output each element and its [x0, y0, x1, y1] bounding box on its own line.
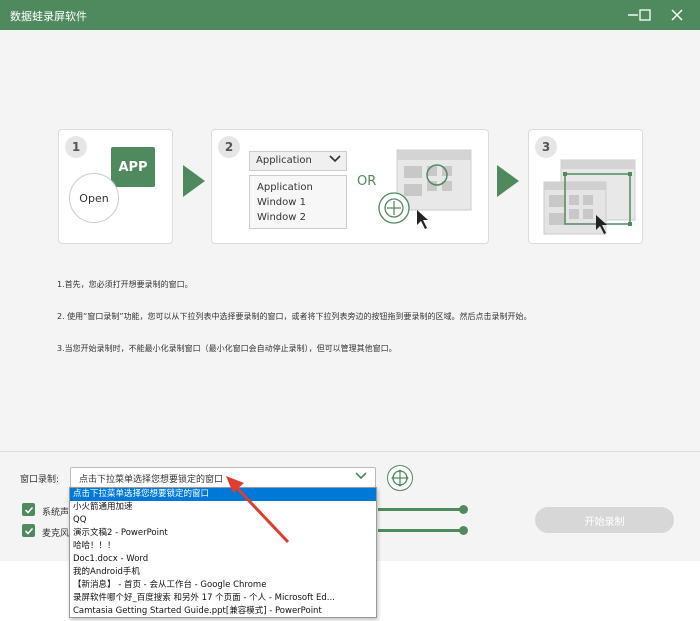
- step-number: 1: [65, 136, 87, 158]
- maximize-button[interactable]: [628, 0, 662, 30]
- maximize-icon: [639, 9, 651, 21]
- checkmark-icon: [24, 527, 33, 535]
- window-select[interactable]: 点击下拉菜单选择您想要锁定的窗口: [70, 467, 376, 488]
- window-title: 数据蛙录屏软件: [10, 10, 87, 23]
- illustration-list: Application Window 1 Window 2: [249, 175, 347, 229]
- system-sound-checkbox[interactable]: [22, 503, 35, 516]
- dropdown-option[interactable]: 【新消息】 - 首页 - 会从工作台 - Google Chrome: [70, 579, 376, 592]
- illustration-dropdown-label: Application: [256, 155, 312, 166]
- illustration-list-item: Window 1: [257, 197, 306, 208]
- title-bar: 数据蛙录屏软件: [0, 0, 700, 30]
- recording-window-illustration-icon: [543, 159, 636, 235]
- dropdown-option[interactable]: 录屏软件哪个好_百度搜索 和另外 17 个页面 - 个人 - Microsoft…: [70, 592, 376, 605]
- window-record-label: 窗口录制:: [20, 475, 60, 485]
- system-sound-slider[interactable]: [378, 508, 464, 511]
- system-sound-label: 系统声: [42, 508, 70, 518]
- microphone-slider-knob[interactable]: [459, 526, 468, 535]
- close-icon: [671, 9, 683, 21]
- checkmark-icon: [24, 506, 33, 514]
- guide-area: 1 APP Open 2 Application Application Win…: [0, 30, 700, 451]
- dropdown-option[interactable]: QQ: [70, 514, 376, 527]
- microphone-slider[interactable]: [378, 529, 464, 532]
- illustration-list-item: Application: [257, 182, 313, 193]
- arrow-right-icon: [497, 165, 519, 197]
- dropdown-option[interactable]: 点击下拉菜单选择您想要锁定的窗口: [70, 488, 376, 501]
- chevron-down-icon: [329, 154, 341, 167]
- chevron-down-icon: [354, 470, 368, 485]
- open-circle: Open: [69, 173, 119, 223]
- step-2-card: 2 Application Application Window 1 Windo…: [211, 129, 489, 244]
- open-label: Open: [79, 191, 109, 205]
- system-sound-slider-knob[interactable]: [459, 505, 468, 514]
- instruction-2: 2. 使用“窗口录制”功能，您可以从下拉列表中选择要录制的窗口，或者将下拉列表旁…: [57, 312, 532, 321]
- window-dropdown-list: 点击下拉菜单选择您想要锁定的窗口 小火箭通用加速 QQ 演示文稿2 - Powe…: [69, 487, 377, 618]
- arrow-right-icon: [183, 165, 205, 197]
- window-drag-illustration-icon: [378, 149, 472, 229]
- instruction-3: 3.当您开始录制时，不能最小化录制窗口（最小化窗口会自动停止录制），但可以管理其…: [57, 344, 397, 353]
- dropdown-option[interactable]: 演示文稿2 - PowerPoint: [70, 527, 376, 540]
- step-number: 2: [218, 136, 240, 158]
- instruction-1: 1.首先，您必须打开想要录制的窗口。: [57, 280, 193, 289]
- window-select-value: 点击下拉菜单选择您想要锁定的窗口: [79, 475, 224, 485]
- illustration-list-item: Window 2: [257, 212, 306, 223]
- dropdown-option[interactable]: 哈哈！！！: [70, 540, 376, 553]
- step-1-card: 1 APP Open: [58, 129, 173, 244]
- microphone-label: 麦克风: [42, 529, 70, 539]
- close-button[interactable]: [660, 0, 694, 30]
- dropdown-option[interactable]: 我的Android手机: [70, 566, 376, 579]
- dropdown-option[interactable]: Doc1.docx - Word: [70, 553, 376, 566]
- microphone-checkbox[interactable]: [22, 524, 35, 537]
- illustration-dropdown: Application: [249, 151, 347, 171]
- step-3-card: 3: [528, 129, 643, 244]
- crosshair-icon: [391, 469, 409, 487]
- dropdown-option[interactable]: Camtasia Getting Started Guide.ppt[兼容模式]…: [70, 605, 376, 618]
- dropdown-option[interactable]: 小火箭通用加速: [70, 501, 376, 514]
- start-recording-button[interactable]: 开始录制: [535, 507, 674, 533]
- drag-target-button[interactable]: [387, 465, 413, 491]
